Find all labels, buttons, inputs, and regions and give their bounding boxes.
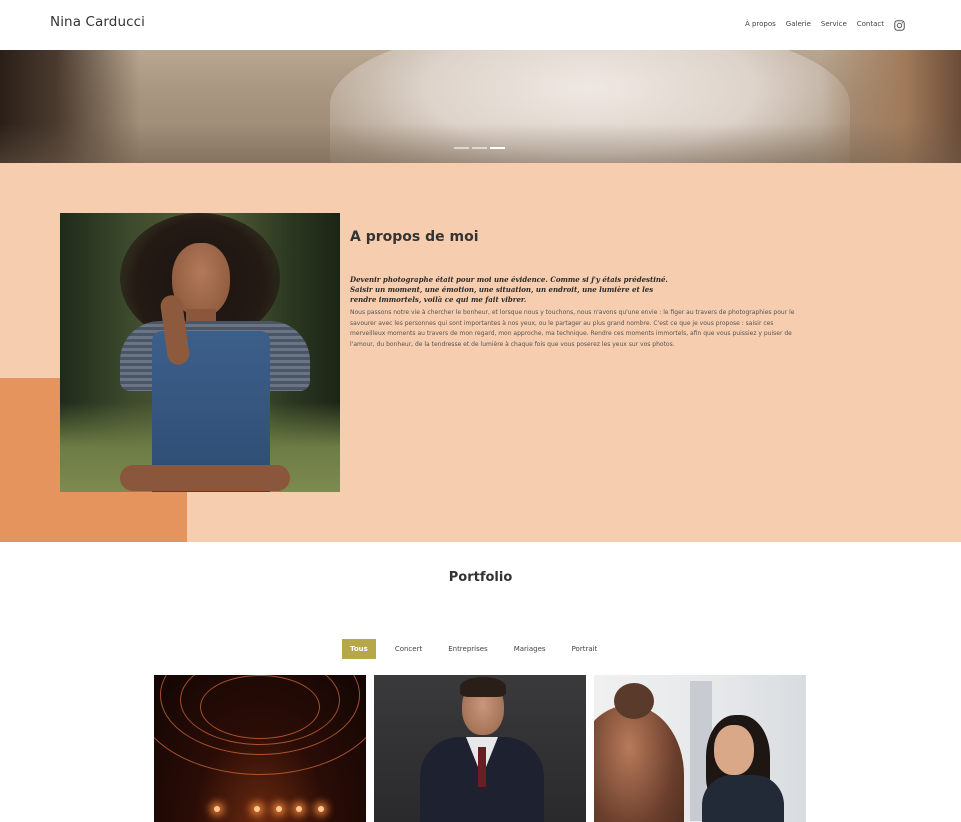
- nav-link-a-propos[interactable]: À propos: [745, 20, 776, 28]
- about-quote: Devenir photographe était pour moi une é…: [350, 275, 668, 304]
- hero-carousel: [0, 50, 961, 163]
- nav-link-service[interactable]: Service: [821, 20, 847, 28]
- portfolio-gallery: [154, 675, 806, 822]
- instagram-icon[interactable]: [894, 18, 905, 31]
- carousel-indicator-2[interactable]: [472, 147, 487, 149]
- carousel-indicators: [454, 147, 505, 149]
- portfolio-title: Portfolio: [448, 570, 513, 585]
- gallery-photo-concert[interactable]: [154, 675, 366, 822]
- carousel-indicator-1[interactable]: [454, 147, 469, 149]
- about-title: A propos de moi: [350, 229, 479, 245]
- portfolio-filters: Tous Concert Entreprises Mariages Portra…: [342, 639, 610, 659]
- nav-link-contact[interactable]: Contact: [857, 20, 884, 28]
- nav-link-galerie[interactable]: Galerie: [786, 20, 811, 28]
- filter-entreprises[interactable]: Entreprises: [435, 639, 501, 659]
- filter-tous[interactable]: Tous: [342, 639, 376, 659]
- site-header: Nina Carducci À propos Galerie Service C…: [0, 0, 961, 50]
- hero-image-floor: [0, 123, 961, 163]
- filter-mariages[interactable]: Mariages: [501, 639, 559, 659]
- site-brand[interactable]: Nina Carducci: [50, 14, 145, 30]
- filter-concert[interactable]: Concert: [382, 639, 435, 659]
- about-section: A propos de moi Devenir photographe étai…: [0, 163, 961, 542]
- about-text: Nous passons notre vie à chercher le bon…: [350, 309, 795, 348]
- gallery-photo-office[interactable]: [594, 675, 806, 822]
- gallery-photo-business[interactable]: [374, 675, 586, 822]
- main-nav: À propos Galerie Service Contact: [735, 18, 905, 31]
- carousel-indicator-3[interactable]: [490, 147, 505, 149]
- about-portrait-photo: [60, 213, 340, 492]
- filter-portrait[interactable]: Portrait: [559, 639, 611, 659]
